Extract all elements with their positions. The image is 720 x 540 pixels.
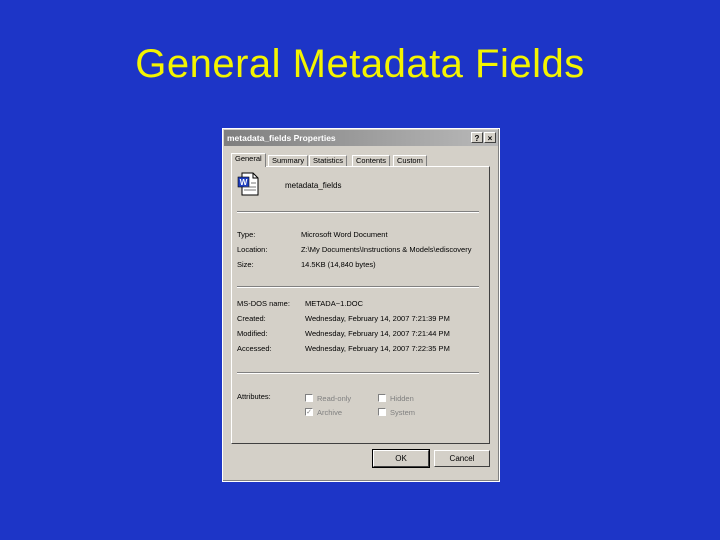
help-button[interactable]: ? <box>471 132 483 143</box>
prop-label: Modified: <box>237 329 268 338</box>
tab-summary[interactable]: Summary <box>268 155 309 166</box>
prop-value: METADA~1.DOC <box>305 299 363 308</box>
hidden-label: Hidden <box>390 394 414 403</box>
close-button[interactable]: × <box>484 132 496 143</box>
dialog-titlebar[interactable]: metadata_fields Properties ? × <box>224 130 498 146</box>
prop-value: Z:\My Documents\Instructions & Models\ed… <box>301 245 472 254</box>
word-document-icon: W <box>237 172 259 196</box>
dialog-title: metadata_fields Properties <box>227 133 336 143</box>
cancel-button[interactable]: Cancel <box>434 450 490 467</box>
archive-checkbox[interactable]: ✓ <box>305 408 313 416</box>
readonly-label: Read-only <box>317 394 352 403</box>
properties-dialog: metadata_fields Properties ? × General S… <box>222 128 500 482</box>
separator <box>237 286 479 288</box>
ok-button[interactable]: OK <box>372 449 430 468</box>
hidden-checkbox[interactable] <box>378 394 386 402</box>
system-checkbox[interactable] <box>378 408 386 416</box>
prop-value: Wednesday, February 14, 2007 7:21:39 PM <box>305 314 450 323</box>
word-logo-letter: W <box>240 178 248 187</box>
prop-label: MS-DOS name: <box>237 299 290 308</box>
prop-value: Microsoft Word Document <box>301 230 388 239</box>
prop-label: Accessed: <box>237 344 272 353</box>
slide-title: General Metadata Fields <box>135 42 585 86</box>
prop-label: Created: <box>237 314 266 323</box>
separator <box>237 372 479 374</box>
prop-value: 14.5KB (14,840 bytes) <box>301 260 376 269</box>
tab-statistics[interactable]: Statistics <box>309 155 348 166</box>
prop-label: Size: <box>237 260 254 269</box>
prop-label: Type: <box>237 230 256 239</box>
tab-custom[interactable]: Custom <box>393 155 427 166</box>
tab-general[interactable]: General <box>231 153 266 167</box>
file-name: metadata_fields <box>285 181 342 190</box>
prop-value: Wednesday, February 14, 2007 7:22:35 PM <box>305 344 450 353</box>
separator <box>237 211 479 213</box>
prop-value: Wednesday, February 14, 2007 7:21:44 PM <box>305 329 450 338</box>
tab-contents[interactable]: Contents <box>352 155 391 166</box>
system-label: System <box>390 408 416 417</box>
readonly-checkbox[interactable] <box>305 394 313 402</box>
prop-label: Location: <box>237 245 268 254</box>
archive-label: Archive <box>317 408 343 417</box>
